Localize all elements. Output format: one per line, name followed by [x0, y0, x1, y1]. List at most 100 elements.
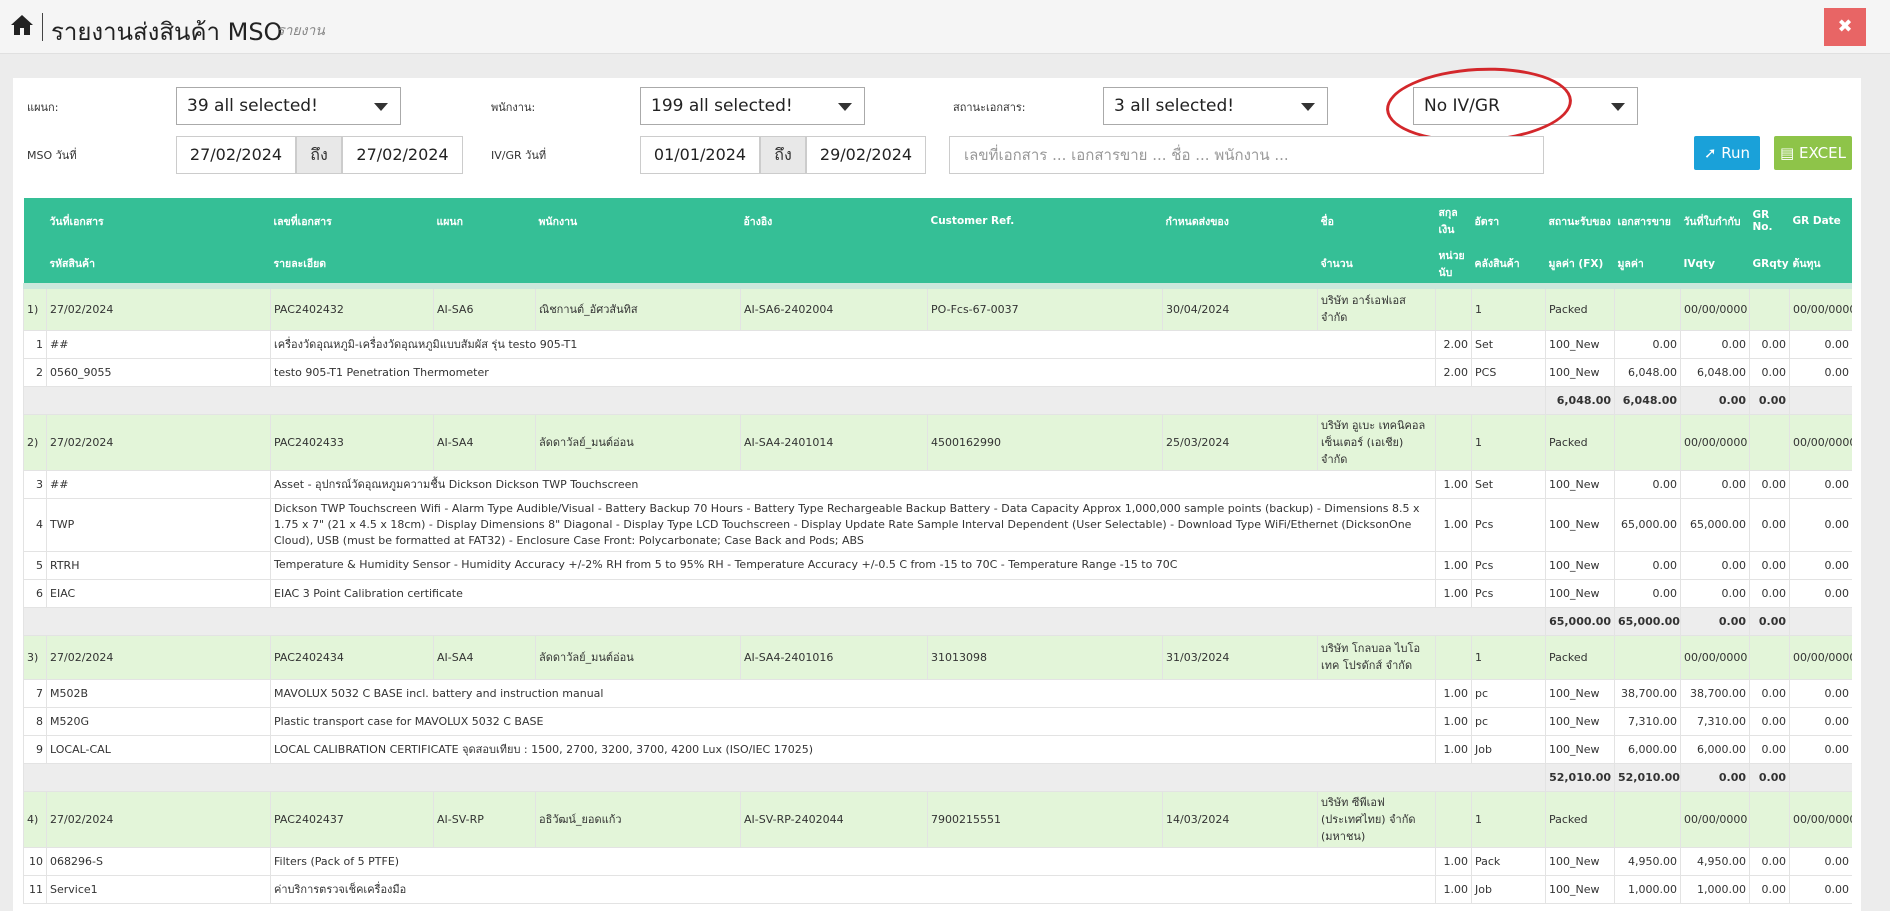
item-warehouse: 100_New	[1545, 734, 1615, 764]
page-title: รายงานส่งสินค้า MSO	[51, 18, 283, 46]
item-value: 0.00	[1789, 874, 1852, 904]
item-row[interactable]: 8 M520G Plastic transport case for MAVOLUX…	[23, 706, 1852, 736]
column-subheader: รายละเอียด	[270, 244, 434, 289]
item-row[interactable]: 2 0560_9055 testo 905-T1 Penetration Therm…	[23, 357, 1852, 387]
rocket-icon: ➚	[1703, 144, 1717, 162]
item-warehouse: 100_New	[1545, 706, 1615, 736]
item-unit: pc	[1471, 706, 1546, 736]
item-description: Plastic transport case for MAVOLUX 5032 …	[270, 706, 1436, 736]
document-cell: Packed	[1545, 413, 1615, 471]
item-row[interactable]: 11 Service1 ค่าบริการตรวจเช็คเครื่องมือ 1.0…	[23, 874, 1852, 904]
column-header: วันที่ใบกำกับ	[1680, 198, 1750, 244]
document-cell: บริษัท อาร์เอฟเอส จำกัด	[1317, 285, 1436, 331]
status-select[interactable]: 3 all selected!	[1103, 87, 1328, 125]
item-row[interactable]: 9 LOCAL-CAL LOCAL CALIBRATION CERTIFICATE …	[23, 734, 1852, 764]
column-header: อัตรา	[1471, 198, 1546, 244]
subtotal-spacer	[23, 385, 1546, 415]
document-cell: 4500162990	[927, 413, 1163, 471]
item-value: 7,310.00	[1680, 706, 1750, 736]
document-cell: บริษัท อูเบะ เทคนิคอล เซ็นเตอร์ (เอเชีย)…	[1317, 413, 1436, 471]
chevron-down-icon	[1301, 103, 1315, 111]
search-input[interactable]: เลขที่เอกสาร ... เอกสารขาย ... ชื่อ ... …	[949, 136, 1544, 174]
page-subtitle: รายงาน	[277, 23, 325, 39]
column-subheader	[433, 244, 536, 289]
item-quantity: 1.00	[1435, 678, 1472, 708]
column-subheader: จำนวน	[1317, 244, 1436, 289]
item-description: testo 905-T1 Penetration Thermometer	[270, 357, 1436, 387]
item-code: LOCAL-CAL	[46, 734, 271, 764]
run-button[interactable]: ➚ Run	[1694, 136, 1760, 170]
item-quantity: 2.00	[1435, 357, 1472, 387]
item-code: RTRH	[46, 550, 271, 580]
item-row[interactable]: 7 M502B MAVOLUX 5032 C BASE incl. battery …	[23, 678, 1852, 708]
subtotal-spacer	[23, 762, 1546, 792]
document-cell: 27/02/2024	[46, 285, 271, 331]
item-index: 4	[23, 497, 47, 552]
subtotal-value: 0.00	[1749, 385, 1790, 415]
subtotal-value: 52,010.00	[1545, 762, 1615, 792]
employee-select[interactable]: 199 all selected!	[640, 87, 865, 125]
document-cell	[1435, 285, 1472, 331]
department-select[interactable]: 39 all selected!	[176, 87, 401, 125]
excel-button[interactable]: ▤ EXCEL	[1774, 136, 1852, 170]
item-value: 0.00	[1749, 734, 1790, 764]
document-cell: 1	[1471, 413, 1546, 471]
column-subheader: GRqty	[1749, 244, 1790, 289]
chevron-down-icon	[374, 103, 388, 111]
document-cell: Packed	[1545, 634, 1615, 680]
column-subheader	[23, 244, 47, 289]
column-subheader	[927, 244, 1163, 289]
ivgr-date-to[interactable]: 29/02/2024	[806, 136, 926, 174]
item-row[interactable]: 1 ## เครื่องวัดอุณหภูมิ-เครื่องวัดอุณหภูมิ…	[23, 329, 1852, 359]
close-button[interactable]: ✖	[1824, 8, 1866, 46]
column-header: GR Date	[1789, 198, 1852, 244]
item-value: 4,950.00	[1680, 846, 1750, 876]
item-value: 0.00	[1614, 469, 1681, 499]
document-cell: 2)	[23, 413, 47, 471]
document-cell: AI-SA6-2402004	[740, 285, 928, 331]
document-cell: 00/00/0000	[1789, 285, 1852, 331]
document-row[interactable]: 1) 27/02/2024 PAC2402432 AI-SA6 ณิชกานต์_อัศ…	[23, 285, 1852, 331]
item-value: 0.00	[1680, 469, 1750, 499]
document-cell: 30/04/2024	[1162, 285, 1318, 331]
item-value: 1,000.00	[1614, 874, 1681, 904]
item-row[interactable]: 5 RTRH Temperature & Humidity Sensor - Hum…	[23, 550, 1852, 580]
item-value: 0.00	[1789, 357, 1852, 387]
subtotal-value: 52,010.00	[1614, 762, 1681, 792]
home-icon[interactable]	[10, 14, 34, 36]
top-bar: รายงานส่งสินค้า MSO รายงาน ✖	[0, 0, 1890, 54]
item-value: 0.00	[1789, 734, 1852, 764]
document-row[interactable]: 4) 27/02/2024 PAC2402437 AI-SV-RP อธิวัฒน์_ย…	[23, 790, 1852, 848]
document-row[interactable]: 2) 27/02/2024 PAC2402433 AI-SA4 ลัดดาวัลย์_ม…	[23, 413, 1852, 471]
item-warehouse: 100_New	[1545, 874, 1615, 904]
subtotal-spacer	[1789, 385, 1852, 415]
item-value: 0.00	[1789, 550, 1852, 580]
excel-button-label: EXCEL	[1798, 144, 1846, 162]
item-description: Filters (Pack of 5 PTFE)	[270, 846, 1436, 876]
item-quantity: 1.00	[1435, 550, 1472, 580]
document-cell: PAC2402437	[270, 790, 434, 848]
mso-date-to[interactable]: 27/02/2024	[342, 136, 463, 174]
document-cell: 27/02/2024	[46, 413, 271, 471]
ivgr-date-from[interactable]: 01/01/2024	[640, 136, 760, 174]
item-row[interactable]: 10 068296-S Filters (Pack of 5 PTFE) 1.00 Pa…	[23, 846, 1852, 876]
item-description: Temperature & Humidity Sensor - Humidity…	[270, 550, 1436, 580]
item-value: 0.00	[1789, 469, 1852, 499]
item-warehouse: 100_New	[1545, 578, 1615, 608]
item-row[interactable]: 3 ## Asset - อุปกรณ์วัดอุณหภูมความชื้น Dic…	[23, 469, 1852, 499]
department-label: แผนก:	[27, 101, 59, 114]
item-value: 0.00	[1749, 497, 1790, 552]
item-code: 0560_9055	[46, 357, 271, 387]
mso-date-from[interactable]: 27/02/2024	[176, 136, 296, 174]
item-index: 11	[23, 874, 47, 904]
item-value: 0.00	[1749, 357, 1790, 387]
item-row[interactable]: 6 EIAC EIAC 3 Point Calibration certificat…	[23, 578, 1852, 608]
item-value: 0.00	[1749, 329, 1790, 359]
item-index: 6	[23, 578, 47, 608]
document-cell	[1435, 790, 1472, 848]
document-cell	[1749, 790, 1790, 848]
document-row[interactable]: 3) 27/02/2024 PAC2402434 AI-SA4 ลัดดาวัลย์_ม…	[23, 634, 1852, 680]
item-row[interactable]: 4 TWP Dickson TWP Touchscreen Wifi - Alarm…	[23, 497, 1852, 552]
document-cell: บริษัท ซีพีเอฟ (ประเทศไทย) จำกัด (มหาชน)	[1317, 790, 1436, 848]
item-value: 0.00	[1789, 497, 1852, 552]
